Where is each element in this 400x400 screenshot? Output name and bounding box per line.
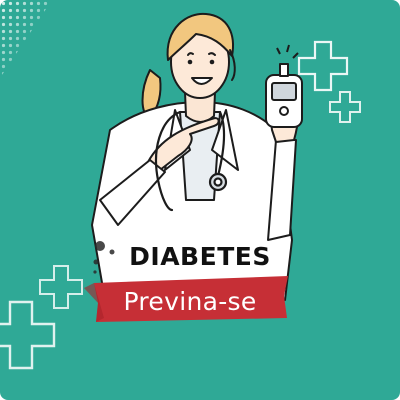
promo-card: DIABETES Previna-se: [0, 0, 400, 400]
medical-cross-icon: [0, 300, 56, 370]
medical-cross-icon: [329, 91, 361, 123]
title-label: DIABETES: [129, 242, 271, 271]
glucose-meter-icon: [265, 44, 303, 128]
halftone-dots-decoration: [0, 0, 52, 78]
medical-cross-icon: [297, 40, 349, 92]
subtitle-label: Previna-se: [123, 287, 257, 316]
illustration: [0, 0, 361, 370]
medical-cross-icon: [39, 265, 83, 309]
